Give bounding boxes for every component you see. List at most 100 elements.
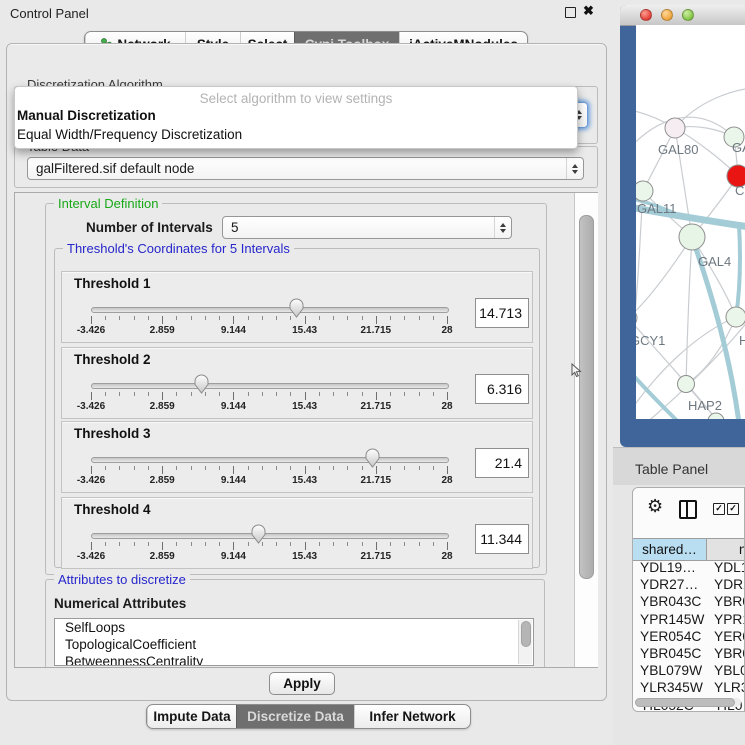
slider-tick	[447, 316, 448, 324]
threshold-label: Threshold 4	[74, 502, 151, 517]
tab-infer-network[interactable]: Infer Network	[354, 705, 470, 728]
slider-tick	[433, 392, 434, 396]
table-data-select[interactable]: galFiltered.sif default node	[27, 157, 584, 180]
scrollbar-thumb[interactable]	[579, 215, 594, 579]
node-HAP2[interactable]	[678, 376, 695, 393]
table-hscrollbar[interactable]	[635, 698, 741, 707]
threshold-slider-track[interactable]	[91, 533, 449, 539]
table-row[interactable]: YER054C YER0	[633, 629, 745, 646]
gear-icon[interactable]: ⚙	[647, 496, 663, 517]
node-GCY1[interactable]	[636, 309, 637, 327]
close-icon[interactable]: ✖	[583, 3, 594, 19]
dropdown-option[interactable]: Manual Discretization	[15, 106, 577, 125]
slider-tick	[119, 392, 120, 396]
minimize-traffic-light-icon[interactable]	[661, 9, 673, 21]
slider-tick	[390, 392, 391, 396]
numerical-attributes-list[interactable]: SelfLoopsTopologicalCoefficientBetweenne…	[54, 618, 534, 666]
slider-scale-label: 28	[441, 325, 452, 336]
slider-tick	[191, 542, 192, 546]
slider-scale-label: 21.715	[361, 401, 392, 412]
slider-tick	[376, 542, 377, 550]
slider-tick	[262, 316, 263, 320]
tab-impute-data[interactable]: Impute Data	[147, 705, 236, 728]
slider-scale-label: -3.426	[77, 551, 105, 562]
slider-tick	[219, 466, 220, 470]
slider-tick	[347, 316, 348, 320]
network-window-titlebar[interactable]	[620, 5, 745, 26]
slider-thumb[interactable]	[194, 374, 209, 394]
network-edge[interactable]	[675, 87, 745, 128]
table-toolbar: ⚙ ✓ ✓	[633, 488, 745, 536]
network-canvas[interactable]: GAL80GACGAL11GAL4GCY1HHAP2	[636, 25, 745, 419]
attribute-item[interactable]: SelfLoops	[55, 619, 533, 636]
network-edge[interactable]	[736, 225, 740, 317]
table-row[interactable]: YDR27… YDR2	[633, 577, 745, 594]
slider-tick	[390, 316, 391, 320]
node-GAL11[interactable]	[636, 181, 653, 201]
attribute-item[interactable]: BetweennessCentrality	[55, 653, 533, 666]
slider-thumb[interactable]	[251, 524, 266, 544]
slider-tick	[362, 466, 363, 470]
list-scrollbar[interactable]	[518, 620, 532, 664]
network-edge[interactable]	[643, 128, 675, 191]
column-header[interactable]: shared…	[633, 539, 707, 560]
zoom-traffic-light-icon[interactable]	[682, 9, 694, 21]
node-GAL4[interactable]	[679, 224, 705, 250]
slider-tick	[404, 316, 405, 320]
slider-tick	[419, 392, 420, 396]
slider-tick	[290, 392, 291, 396]
tab-discretize-data[interactable]: Discretize Data	[236, 705, 354, 728]
main-scrollbar[interactable]	[574, 193, 598, 667]
column-header[interactable]: na	[707, 539, 745, 560]
slider-tick	[276, 466, 277, 470]
node-partial-node[interactable]	[708, 413, 724, 419]
table-row[interactable]: YLR345W YLR3	[633, 680, 745, 697]
threshold-value-input[interactable]	[475, 298, 529, 328]
slider-tick	[447, 466, 448, 474]
table-row[interactable]: YDL19… YDL1	[633, 560, 745, 577]
slider-tick	[105, 542, 106, 546]
network-view-window[interactable]: GAL80GACGAL11GAL4GCY1HHAP2	[620, 5, 745, 447]
node-GAL80[interactable]	[665, 118, 685, 138]
table-row[interactable]: YBL079W YBL0	[633, 663, 745, 680]
network-edge[interactable]	[636, 191, 643, 377]
float-window-icon[interactable]	[565, 7, 576, 18]
table-panel-title: Table Panel	[635, 461, 708, 477]
slider-tick	[219, 392, 220, 396]
slider-tick	[219, 542, 220, 546]
threshold-slider-track[interactable]	[91, 307, 449, 313]
threshold-slider-track[interactable]	[91, 383, 449, 389]
slider-tick	[376, 392, 377, 400]
node-H[interactable]	[726, 307, 745, 327]
slider-scale-label: 15.43	[292, 325, 317, 336]
network-edge[interactable]	[636, 237, 692, 318]
slider-scale-labels: -3.4262.8599.14415.4321.71528	[91, 401, 448, 413]
threshold-value-input[interactable]	[475, 374, 529, 404]
table-row[interactable]: YPR145W YPR1	[633, 612, 745, 629]
scrollbar-thumb[interactable]	[635, 698, 735, 707]
close-traffic-light-icon[interactable]	[640, 9, 652, 21]
number-of-intervals-select[interactable]: 5	[222, 216, 512, 239]
dropdown-option[interactable]: Equal Width/Frequency Discretization	[15, 125, 577, 144]
slider-ticks	[91, 392, 448, 401]
threshold-value-input[interactable]	[475, 524, 529, 554]
threshold-row: Threshold 2 -3.4262.8599.14415.4321.7152…	[61, 347, 533, 419]
slider-thumb[interactable]	[365, 448, 380, 468]
settings-scroll-area: Interval Definition Number of Intervals …	[14, 192, 598, 668]
checkbox-icon[interactable]: ✓	[727, 503, 739, 515]
slider-tick	[205, 542, 206, 546]
slider-tick	[276, 392, 277, 396]
slider-scale-label: 15.43	[292, 475, 317, 486]
network-edge[interactable]	[686, 237, 692, 384]
split-columns-icon[interactable]	[679, 500, 697, 519]
table-row[interactable]: YBR045C YBR0	[633, 646, 745, 663]
slider-tick	[162, 542, 163, 550]
apply-button[interactable]: Apply	[269, 672, 335, 695]
scrollbar-thumb[interactable]	[521, 621, 531, 647]
checkbox-icon[interactable]: ✓	[713, 503, 725, 515]
threshold-slider-track[interactable]	[91, 457, 449, 463]
slider-thumb[interactable]	[289, 298, 304, 318]
table-row[interactable]: YBR043C YBR0	[633, 594, 745, 611]
threshold-value-input[interactable]	[475, 448, 529, 478]
attribute-item[interactable]: TopologicalCoefficient	[55, 636, 533, 653]
